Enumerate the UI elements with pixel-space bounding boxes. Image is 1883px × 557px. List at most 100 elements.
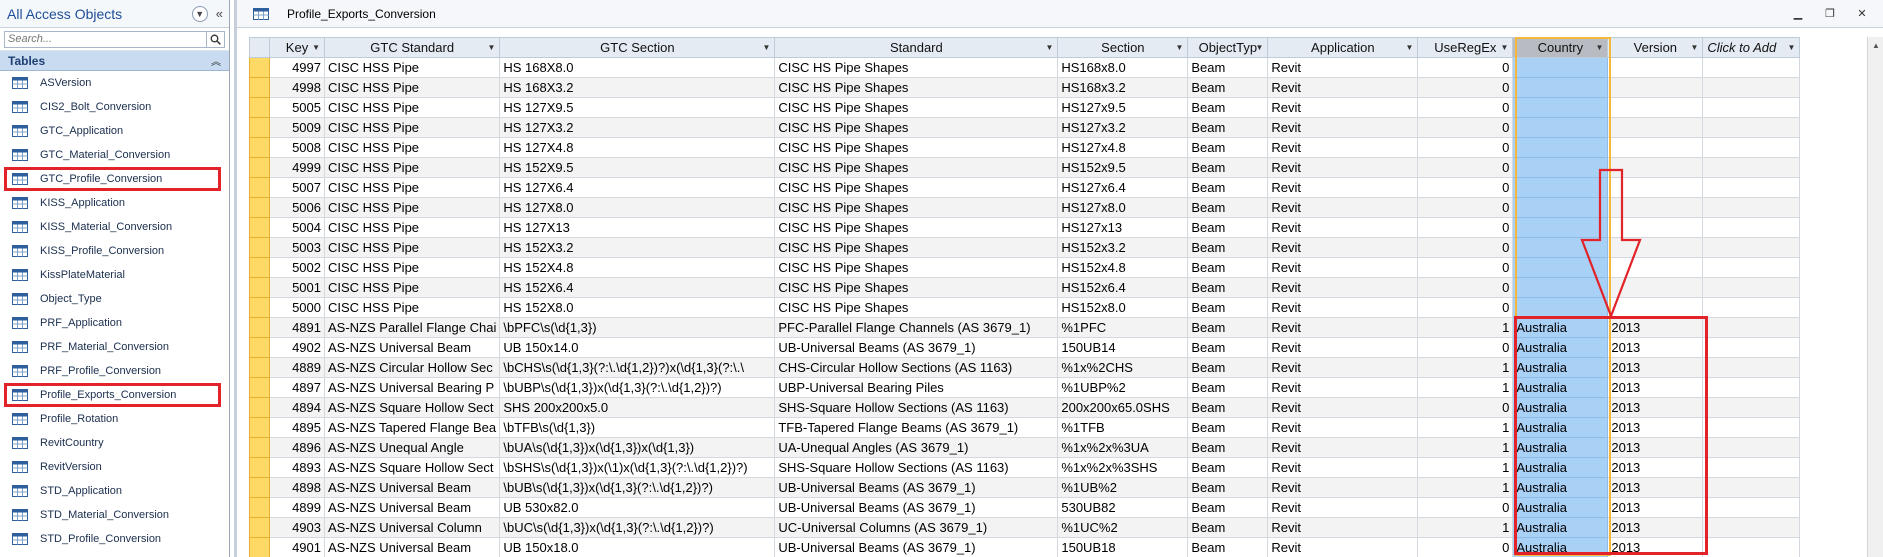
table-cell[interactable]: HS 152X9.5 [499,157,776,178]
add-column-cell[interactable] [1702,297,1801,318]
table-cell[interactable]: Beam [1187,197,1269,218]
table-cell[interactable]: Beam [1187,57,1269,78]
table-cell[interactable]: Revit [1267,117,1419,138]
row-selector[interactable] [249,397,270,418]
row-selector[interactable] [249,437,270,458]
nav-item[interactable]: KissPlateMaterial [0,263,229,287]
table-cell[interactable]: UC-Universal Columns (AS 3679_1) [774,517,1059,538]
table-cell[interactable]: 4891 [269,317,325,338]
table-cell[interactable]: 0 [1417,77,1514,98]
table-cell[interactable]: 1 [1417,357,1514,378]
table-cell[interactable]: HS 127X13 [499,217,776,238]
table-cell[interactable]: CISC HS Pipe Shapes [774,217,1059,238]
table-row[interactable]: 5001 CISC HSS Pipe HS 152X6.4 CISC HS Pipe … [249,277,1801,298]
table-cell[interactable]: HS 168X3.2 [499,77,776,98]
column-header[interactable]: Country ▼ [1512,37,1609,58]
nav-item[interactable]: PRF_Application [0,311,229,335]
row-selector[interactable] [249,257,270,278]
chevron-down-icon[interactable]: ▼ [1405,43,1413,52]
table-cell[interactable]: Revit [1267,397,1419,418]
table-cell[interactable]: 2013 [1607,537,1704,557]
table-row[interactable]: 5005 CISC HSS Pipe HS 127X9.5 CISC HS Pipe … [249,97,1801,118]
table-cell[interactable]: AS-NZS Universal Beam [323,497,501,518]
table-cell[interactable]: AS-NZS Parallel Flange Chai [323,317,501,338]
table-cell[interactable]: Beam [1187,217,1269,238]
document-tab[interactable]: Profile_Exports_Conversion ▁ ❐ ✕ [237,0,1883,28]
table-cell[interactable]: %1x%2x%3SHS [1057,457,1189,478]
nav-item[interactable]: STD_Material_Conversion [0,503,229,527]
table-row[interactable]: 4899 AS-NZS Universal Beam UB 530x82.0 UB-U… [249,497,1801,518]
nav-item[interactable]: PRF_Profile_Conversion [0,359,229,383]
row-selector[interactable] [249,217,270,238]
table-cell[interactable]: Australia [1512,417,1609,438]
table-cell[interactable]: HS 127X4.8 [499,137,776,158]
table-cell[interactable]: 4998 [269,77,325,98]
table-cell[interactable] [1607,57,1704,78]
add-column-cell[interactable] [1702,477,1801,498]
table-row[interactable]: 5007 CISC HSS Pipe HS 127X6.4 CISC HS Pipe … [249,177,1801,198]
add-column-cell[interactable] [1702,77,1801,98]
nav-item[interactable]: Profile_Rotation [0,407,229,431]
table-cell[interactable]: UB-Universal Beams (AS 3679_1) [774,477,1059,498]
table-cell[interactable]: Revit [1267,257,1419,278]
table-cell[interactable]: Beam [1187,277,1269,298]
table-cell[interactable]: 0 [1417,157,1514,178]
table-cell[interactable]: HS152x4.8 [1057,257,1189,278]
table-cell[interactable]: AS-NZS Square Hollow Sect [323,457,501,478]
table-cell[interactable]: CISC HSS Pipe [323,117,501,138]
table-cell[interactable]: Australia [1512,337,1609,358]
table-row[interactable]: 4895 AS-NZS Tapered Flange Bea \bTFB\s(\d{… [249,417,1801,438]
table-cell[interactable]: 0 [1417,97,1514,118]
table-row[interactable]: 4902 AS-NZS Universal Beam UB 150x14.0 UB-U… [249,337,1801,358]
add-column-cell[interactable] [1702,197,1801,218]
add-column-cell[interactable] [1702,257,1801,278]
table-cell[interactable]: CISC HSS Pipe [323,77,501,98]
table-cell[interactable]: Beam [1187,317,1269,338]
table-cell[interactable]: Revit [1267,277,1419,298]
table-cell[interactable]: %1TFB [1057,417,1189,438]
chevron-down-icon[interactable]: ▼ [487,43,495,52]
table-cell[interactable]: %1x%2x%3UA [1057,437,1189,458]
table-cell[interactable]: HS152x6.4 [1057,277,1189,298]
chevron-down-icon[interactable]: ▼ [1690,43,1698,52]
nav-item[interactable]: PRF_Material_Conversion [0,335,229,359]
table-cell[interactable]: 5009 [269,117,325,138]
table-cell[interactable]: 1 [1417,477,1514,498]
add-column-cell[interactable] [1702,277,1801,298]
table-row[interactable]: 5000 CISC HSS Pipe HS 152X8.0 CISC HS Pipe … [249,297,1801,318]
table-cell[interactable]: \bTFB\s(\d{1,3}) [499,417,776,438]
table-cell[interactable] [1512,97,1609,118]
table-cell[interactable]: CISC HSS Pipe [323,97,501,118]
table-cell[interactable]: CISC HS Pipe Shapes [774,277,1059,298]
table-cell[interactable]: HS127x6.4 [1057,177,1189,198]
table-cell[interactable]: 5006 [269,197,325,218]
row-selector[interactable] [249,417,270,438]
row-selector[interactable] [249,537,270,557]
table-cell[interactable] [1512,297,1609,318]
chevron-down-icon[interactable]: ▼ [762,43,770,52]
add-column-cell[interactable] [1702,517,1801,538]
collapse-group-icon[interactable]: ︽ [211,53,221,68]
add-column-cell[interactable] [1702,497,1801,518]
table-cell[interactable]: HS127x13 [1057,217,1189,238]
table-cell[interactable]: 4896 [269,437,325,458]
nav-item[interactable]: KISS_Profile_Conversion [0,239,229,263]
table-cell[interactable]: Revit [1267,417,1419,438]
table-cell[interactable]: Beam [1187,417,1269,438]
table-cell[interactable]: 4893 [269,457,325,478]
table-cell[interactable]: 4899 [269,497,325,518]
table-cell[interactable]: Australia [1512,537,1609,557]
row-selector[interactable] [249,277,270,298]
table-cell[interactable]: %1UBP%2 [1057,377,1189,398]
table-cell[interactable]: 0 [1417,397,1514,418]
table-cell[interactable] [1607,217,1704,238]
table-cell[interactable] [1512,57,1609,78]
chevron-down-icon[interactable]: ▼ [1500,43,1508,52]
search-input[interactable] [4,30,207,48]
table-cell[interactable]: Australia [1512,457,1609,478]
table-cell[interactable]: Beam [1187,177,1269,198]
table-cell[interactable]: 0 [1417,497,1514,518]
add-column-cell[interactable] [1702,97,1801,118]
table-cell[interactable]: Beam [1187,437,1269,458]
table-cell[interactable]: AS-NZS Universal Beam [323,477,501,498]
